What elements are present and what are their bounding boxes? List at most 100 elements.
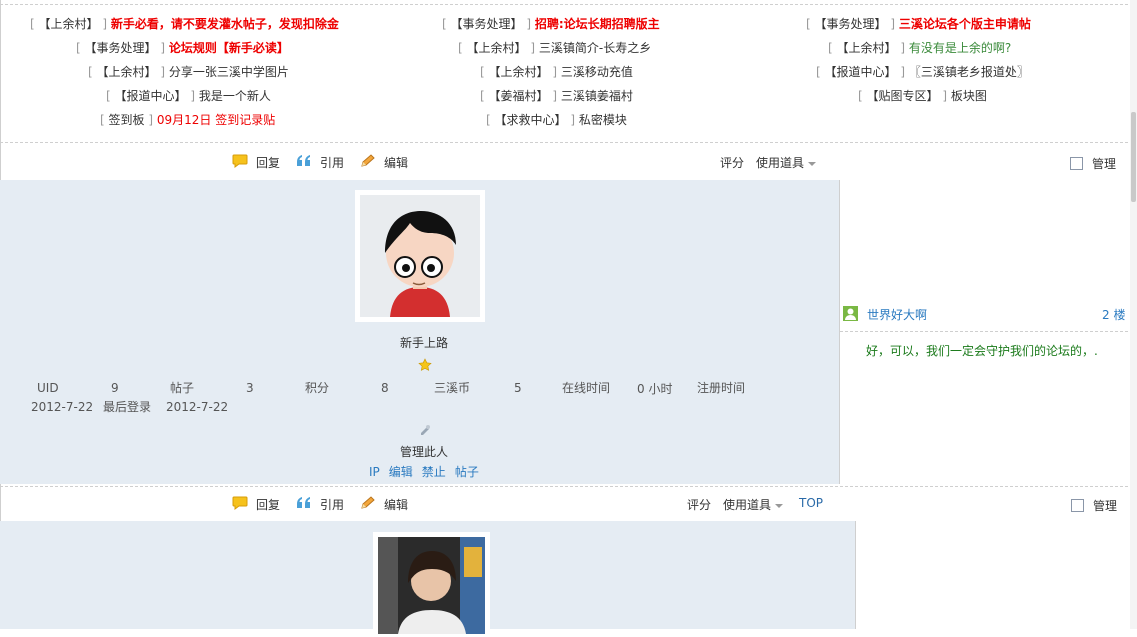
bracket: [ [806,17,811,31]
bracket: ] [148,113,154,127]
bracket: [ [106,89,111,103]
stat-points-value: 8 [381,381,389,395]
announcement-title[interactable]: 我是一个新人 [199,89,271,103]
manage-icon [419,424,431,439]
manage-user-link[interactable]: 管理此人 [400,443,448,460]
announcement-title[interactable]: 有没有是上余的啊? [909,41,1011,55]
announcement-tag[interactable]: 【报道中心】 [825,65,897,79]
announcement-item[interactable]: [ 【上余村】 ] 新手必看，请不要发灌水帖子，发现扣除金 [30,16,339,32]
announcement-item[interactable]: [ 【事务处理】 ] 三溪论坛各个版主申请帖 [806,16,1031,32]
checkbox-box[interactable] [1070,157,1083,170]
announcement-item[interactable]: [ 【事务处理】 ] 论坛规则【新手必读】 [76,40,289,56]
ip-link[interactable]: IP [369,465,380,479]
edit-user-link[interactable]: 编辑 [389,465,413,479]
announcement-title[interactable]: 三溪镇姜福村 [561,89,633,103]
announcement-item[interactable]: [ 【贴图专区】 ] 板块图 [858,88,987,104]
user-icon [843,306,858,324]
bracket: ] [530,41,536,55]
announcement-tag[interactable]: 【上余村】 [467,41,527,55]
bracket: ] [570,113,576,127]
ban-link[interactable]: 禁止 [422,465,446,479]
stat-points-label: 积分 [305,381,330,395]
bracket: ] [160,41,166,55]
quote-label: 引用 [320,497,345,512]
bracket: [ [442,17,447,31]
edit-button[interactable]: 编辑 [360,153,408,171]
announcement-title[interactable]: 私密模块 [579,113,627,127]
rate-link[interactable]: 评分 [687,496,711,513]
announcement-tag[interactable]: 【贴图专区】 [867,89,939,103]
stat-reg-value: 2012-7-22 [31,400,94,414]
announcement-title[interactable]: 新手必看，请不要发灌水帖子，发现扣除金 [111,17,339,31]
reply-label: 回复 [256,497,281,512]
reply-icon [232,496,248,513]
announcement-tag[interactable]: 签到板 [109,113,145,127]
announcement-tag[interactable]: 【上余村】 [97,65,157,79]
announcement-item[interactable]: [ 【上余村】 ] 三溪镇简介-长寿之乡 [458,40,651,56]
floor-number[interactable]: 2 楼 [1102,306,1125,323]
announcement-item[interactable]: [ 【上余村】 ] 分享一张三溪中学图片 [88,64,289,80]
announcement-tag[interactable]: 【姜福村】 [489,89,549,103]
manage-checkbox[interactable]: 管理 [1071,497,1117,514]
announcement-item[interactable]: [ 签到板 ] 09月12日 签到记录贴 [100,112,275,128]
bracket: [ [76,41,81,55]
avatar[interactable] [373,532,490,634]
edit-label: 编辑 [384,497,409,512]
quote-button[interactable]: 引用 [296,496,344,513]
posts-link[interactable]: 帖子 [455,465,479,479]
bracket: ] [552,89,558,103]
manage-checkbox[interactable]: 管理 [1070,155,1116,172]
scrollbar[interactable] [1130,0,1137,629]
reply-button[interactable]: 回复 [232,496,280,513]
announcement-tag[interactable]: 【上余村】 [39,17,99,31]
pencil-icon [360,495,376,513]
announcement-item[interactable]: [ 【报道中心】 ] 〖三溪镇老乡报道处〗 [816,64,1029,80]
announcement-title[interactable]: 三溪论坛各个版主申请帖 [899,17,1031,31]
reply-button[interactable]: 回复 [232,154,280,171]
announcement-item[interactable]: [ 【上余村】 ] 有没有是上余的啊? [828,40,1011,56]
edit-button[interactable]: 编辑 [360,495,409,513]
reply-author[interactable]: 世界好大啊 [867,306,927,323]
checkbox-box[interactable] [1071,499,1084,512]
announcement-title[interactable]: 三溪移动充值 [561,65,633,79]
announcement-item[interactable]: [ 【求救中心】 ] 私密模块 [486,112,627,128]
cartoon-avatar-icon [360,195,480,317]
quote-label: 引用 [320,155,345,170]
announcement-title[interactable]: 分享一张三溪中学图片 [169,65,289,79]
scrollbar-thumb[interactable] [1131,112,1136,202]
bracket: [ [88,65,93,79]
announcement-tag[interactable]: 【上余村】 [489,65,549,79]
reply-icon [232,154,248,171]
announcement-tag[interactable]: 【事务处理】 [85,41,157,55]
quote-icon [296,154,312,171]
announcement-tag[interactable]: 【事务处理】 [815,17,887,31]
manage-label: 管理 [1092,157,1117,171]
use-tools-dropdown[interactable]: 使用道具 [756,154,817,171]
announcement-item[interactable]: [ 【报道中心】 ] 我是一个新人 [106,88,271,104]
avatar[interactable] [355,190,485,322]
announcement-title[interactable]: 论坛规则【新手必读】 [169,41,289,55]
bracket: ] [526,17,532,31]
announcement-tag[interactable]: 【事务处理】 [451,17,523,31]
announcement-tag[interactable]: 【求救中心】 [495,113,567,127]
announcement-item[interactable]: [ 【事务处理】 ] 招聘:论坛长期招聘版主 [442,16,660,32]
stat-uid-label: UID [37,381,59,395]
announcement-item[interactable]: [ 【上余村】 ] 三溪移动充值 [480,64,633,80]
announcement-item[interactable]: [ 【姜福村】 ] 三溪镇姜福村 [480,88,633,104]
announcement-title[interactable]: 09月12日 签到记录贴 [157,113,275,127]
use-tools-dropdown[interactable]: 使用道具 [723,496,784,513]
announcement-title[interactable]: 招聘:论坛长期招聘版主 [535,17,660,31]
star-icon [418,358,432,375]
announcement-title[interactable]: 三溪镇简介-长寿之乡 [539,41,651,55]
announcement-title[interactable]: 〖三溪镇老乡报道处〗 [909,65,1029,79]
chevron-down-icon [808,161,817,166]
stat-online-value: 0 小时 [637,382,673,396]
rate-link[interactable]: 评分 [720,154,744,171]
announcement-title[interactable]: 板块图 [951,89,987,103]
top-link[interactable]: TOP [799,496,823,510]
quote-button[interactable]: 引用 [296,154,344,171]
announcement-tag[interactable]: 【报道中心】 [115,89,187,103]
stat-last-login-label: 最后登录 [103,400,152,414]
announcement-tag[interactable]: 【上余村】 [837,41,897,55]
reply-label: 回复 [256,155,281,170]
